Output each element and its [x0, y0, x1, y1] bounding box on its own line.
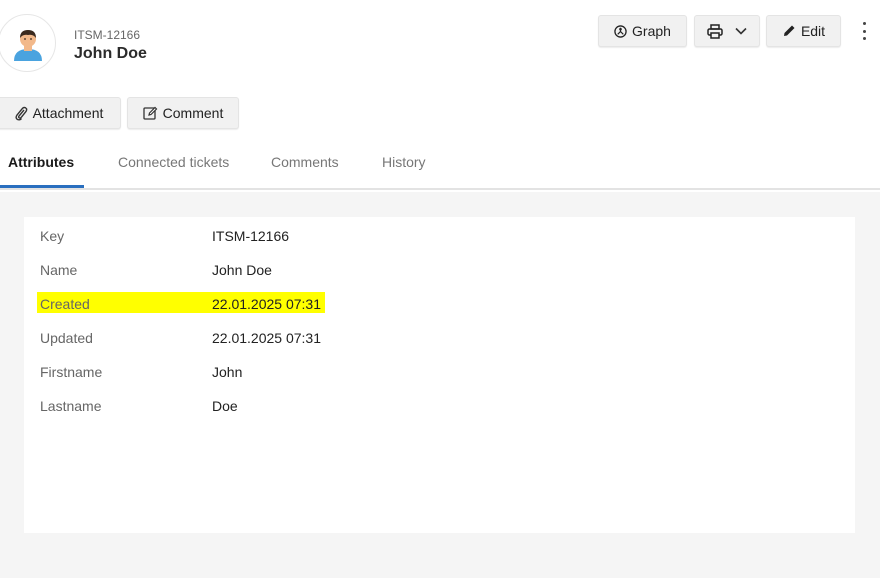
attribute-value: John	[212, 364, 243, 380]
avatar	[0, 14, 56, 72]
graph-button-label: Graph	[632, 23, 671, 39]
comment-edit-icon	[143, 106, 158, 120]
tab-history[interactable]: History	[382, 154, 426, 170]
attribute-label: Updated	[40, 330, 93, 346]
chevron-down-icon[interactable]	[735, 27, 747, 35]
tab-comments[interactable]: Comments	[271, 154, 339, 170]
attribute-row-name: Name John Doe	[24, 262, 855, 282]
attribute-value: ITSM-12166	[212, 228, 290, 244]
pencil-icon	[783, 25, 795, 36]
graph-icon	[614, 24, 627, 38]
ticket-header: ITSM-12166 John Doe Graph Edit	[0, 0, 893, 90]
attribute-value: 22.01.2025 07:31	[212, 296, 321, 312]
comment-button[interactable]: Comment	[127, 97, 239, 129]
tab-attributes[interactable]: Attributes	[8, 154, 74, 170]
person-avatar-icon	[14, 30, 42, 61]
attachment-button-label: Attachment	[32, 105, 104, 121]
printer-icon	[707, 23, 723, 39]
attribute-value: 22.01.2025 07:31	[212, 330, 321, 346]
tab-bar: Attributes Connected tickets Comments Hi…	[0, 142, 880, 190]
print-button[interactable]	[694, 15, 760, 47]
ticket-key: ITSM-12166	[74, 28, 141, 42]
attribute-row-lastname: Lastname Doe	[24, 398, 855, 418]
attribute-label: Name	[40, 262, 78, 278]
attachment-button[interactable]: Attachment	[0, 97, 121, 129]
tab-connected-tickets[interactable]: Connected tickets	[118, 154, 229, 170]
comment-button-label: Comment	[162, 105, 224, 121]
more-vertical-icon[interactable]	[856, 20, 872, 42]
attribute-value: Doe	[212, 398, 238, 414]
active-tab-indicator	[0, 185, 84, 188]
edit-button-label: Edit	[800, 23, 826, 39]
attributes-card: Key ITSM-12166 Name John Doe Created 22.…	[24, 217, 855, 533]
attribute-row-updated: Updated 22.01.2025 07:31	[24, 330, 855, 350]
graph-button[interactable]: Graph	[598, 15, 687, 47]
paperclip-icon	[15, 106, 27, 121]
attribute-label: Created	[40, 296, 90, 312]
attribute-label: Firstname	[40, 364, 103, 380]
edit-button[interactable]: Edit	[766, 15, 841, 47]
attribute-value: John Doe	[212, 262, 272, 278]
attribute-row-key: Key ITSM-12166	[24, 228, 855, 248]
attribute-row-created: Created 22.01.2025 07:31	[24, 292, 855, 316]
attribute-label: Key	[40, 228, 65, 244]
page-title: John Doe	[74, 45, 147, 62]
attribute-label: Lastname	[40, 398, 102, 414]
attribute-row-firstname: Firstname John	[24, 364, 855, 384]
